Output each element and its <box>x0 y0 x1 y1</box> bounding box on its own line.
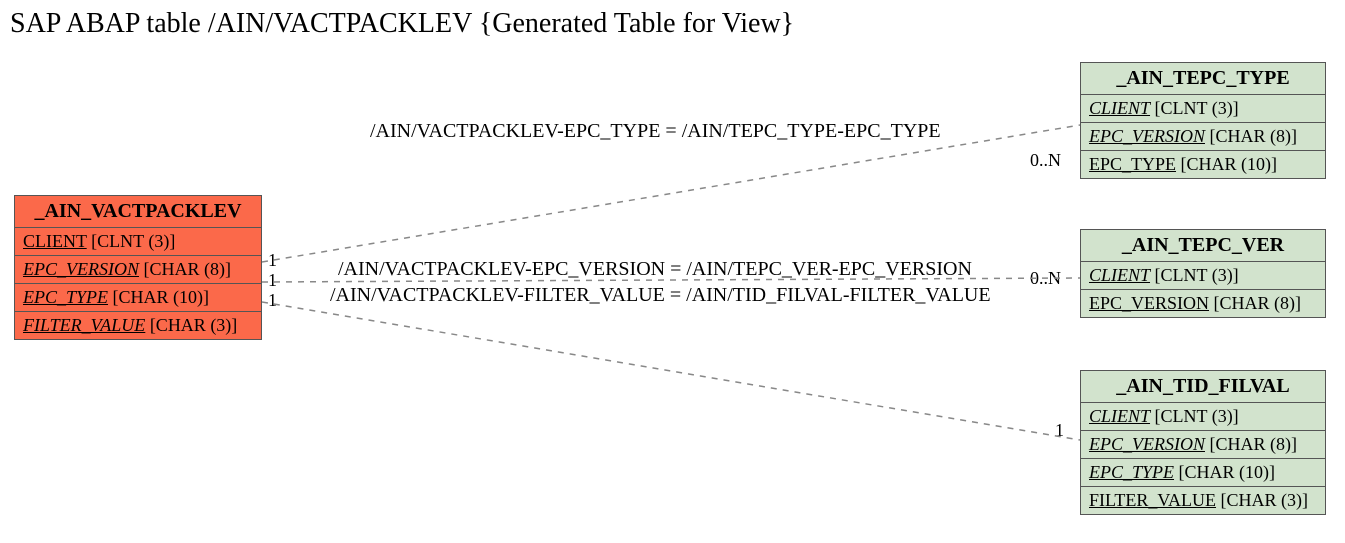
entity-header: _AIN_TID_FILVAL <box>1081 371 1325 403</box>
cardinality-left: 1 <box>268 290 277 311</box>
relation-label: /AIN/VACTPACKLEV-FILTER_VALUE = /AIN/TID… <box>330 284 991 307</box>
field-row: EPC_TYPE [CHAR (10)] <box>1081 151 1325 178</box>
cardinality-right: 0..N <box>1030 150 1061 171</box>
field-row: CLIENT [CLNT (3)] <box>1081 95 1325 123</box>
cardinality-right: 0..N <box>1030 268 1061 289</box>
field-row: EPC_TYPE [CHAR (10)] <box>15 284 261 312</box>
field-row: FILTER_VALUE [CHAR (3)] <box>15 312 261 339</box>
cardinality-left: 1 <box>268 270 277 291</box>
field-row: CLIENT [CLNT (3)] <box>1081 262 1325 290</box>
entity-main-header: _AIN_VACTPACKLEV <box>15 196 261 228</box>
entity-tid-filval: _AIN_TID_FILVAL CLIENT [CLNT (3)] EPC_VE… <box>1080 370 1326 515</box>
field-row: CLIENT [CLNT (3)] <box>1081 403 1325 431</box>
field-row: EPC_VERSION [CHAR (8)] <box>1081 431 1325 459</box>
relation-label: /AIN/VACTPACKLEV-EPC_TYPE = /AIN/TEPC_TY… <box>370 120 941 143</box>
entity-tepc-ver: _AIN_TEPC_VER CLIENT [CLNT (3)] EPC_VERS… <box>1080 229 1326 318</box>
cardinality-right: 1 <box>1055 420 1064 441</box>
entity-header: _AIN_TEPC_TYPE <box>1081 63 1325 95</box>
field-row: EPC_VERSION [CHAR (8)] <box>1081 290 1325 317</box>
entity-header: _AIN_TEPC_VER <box>1081 230 1325 262</box>
field-row: FILTER_VALUE [CHAR (3)] <box>1081 487 1325 514</box>
entity-main: _AIN_VACTPACKLEV CLIENT [CLNT (3)] EPC_V… <box>14 195 262 340</box>
field-row: EPC_VERSION [CHAR (8)] <box>1081 123 1325 151</box>
field-row: CLIENT [CLNT (3)] <box>15 228 261 256</box>
field-row: EPC_TYPE [CHAR (10)] <box>1081 459 1325 487</box>
cardinality-left: 1 <box>268 250 277 271</box>
page-title: SAP ABAP table /AIN/VACTPACKLEV {Generat… <box>10 8 794 40</box>
relation-label: /AIN/VACTPACKLEV-EPC_VERSION = /AIN/TEPC… <box>338 258 972 281</box>
field-row: EPC_VERSION [CHAR (8)] <box>15 256 261 284</box>
entity-tepc-type: _AIN_TEPC_TYPE CLIENT [CLNT (3)] EPC_VER… <box>1080 62 1326 179</box>
